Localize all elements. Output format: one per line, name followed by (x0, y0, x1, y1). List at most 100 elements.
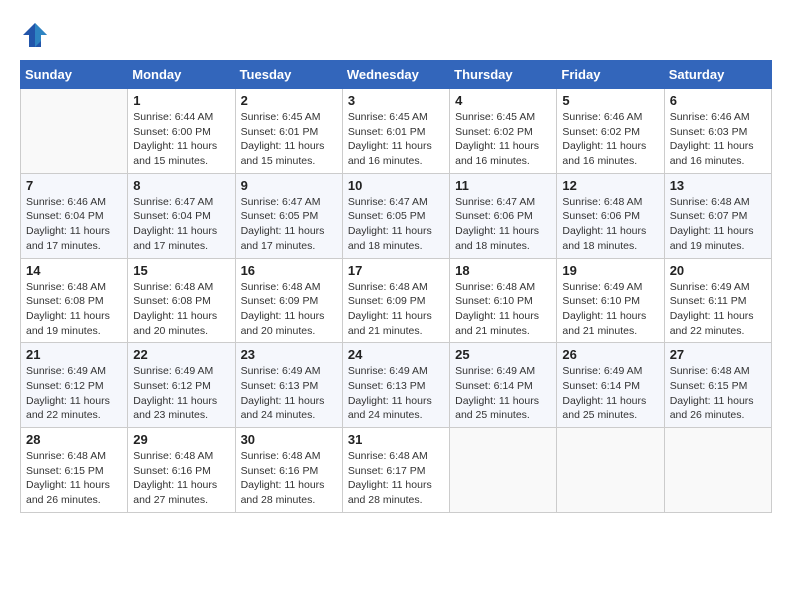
calendar-day-cell: 18 Sunrise: 6:48 AMSunset: 6:10 PMDayligh… (450, 258, 557, 343)
day-number: 24 (348, 347, 444, 362)
day-number: 14 (26, 263, 122, 278)
day-info: Sunrise: 6:48 AMSunset: 6:15 PMDaylight:… (670, 364, 766, 423)
calendar-day-cell: 22 Sunrise: 6:49 AMSunset: 6:12 PMDayligh… (128, 343, 235, 428)
calendar-table: SundayMondayTuesdayWednesdayThursdayFrid… (20, 60, 772, 513)
day-number: 7 (26, 178, 122, 193)
weekday-header-tuesday: Tuesday (235, 61, 342, 89)
day-number: 28 (26, 432, 122, 447)
day-info: Sunrise: 6:45 AMSunset: 6:01 PMDaylight:… (348, 110, 444, 169)
day-number: 9 (241, 178, 337, 193)
day-number: 4 (455, 93, 551, 108)
calendar-day-cell: 31 Sunrise: 6:48 AMSunset: 6:17 PMDayligh… (342, 428, 449, 513)
day-number: 10 (348, 178, 444, 193)
calendar-week-row: 14 Sunrise: 6:48 AMSunset: 6:08 PMDayligh… (21, 258, 772, 343)
day-info: Sunrise: 6:48 AMSunset: 6:09 PMDaylight:… (348, 280, 444, 339)
day-info: Sunrise: 6:48 AMSunset: 6:10 PMDaylight:… (455, 280, 551, 339)
day-info: Sunrise: 6:49 AMSunset: 6:12 PMDaylight:… (26, 364, 122, 423)
day-number: 29 (133, 432, 229, 447)
day-number: 12 (562, 178, 658, 193)
calendar-day-cell: 28 Sunrise: 6:48 AMSunset: 6:15 PMDayligh… (21, 428, 128, 513)
day-info: Sunrise: 6:47 AMSunset: 6:04 PMDaylight:… (133, 195, 229, 254)
calendar-day-cell: 13Sunrise: 6:48 AMSunset: 6:07 PMDayligh… (664, 173, 771, 258)
page-header (20, 20, 772, 50)
day-info: Sunrise: 6:47 AMSunset: 6:06 PMDaylight:… (455, 195, 551, 254)
day-info: Sunrise: 6:49 AMSunset: 6:13 PMDaylight:… (348, 364, 444, 423)
weekday-header-monday: Monday (128, 61, 235, 89)
day-number: 26 (562, 347, 658, 362)
day-number: 16 (241, 263, 337, 278)
day-number: 31 (348, 432, 444, 447)
weekday-header-thursday: Thursday (450, 61, 557, 89)
day-number: 30 (241, 432, 337, 447)
calendar-day-cell: 17Sunrise: 6:48 AMSunset: 6:09 PMDayligh… (342, 258, 449, 343)
calendar-day-cell: 16 Sunrise: 6:48 AMSunset: 6:09 PMDayligh… (235, 258, 342, 343)
day-number: 27 (670, 347, 766, 362)
day-number: 21 (26, 347, 122, 362)
day-info: Sunrise: 6:48 AMSunset: 6:16 PMDaylight:… (133, 449, 229, 508)
day-number: 5 (562, 93, 658, 108)
day-number: 22 (133, 347, 229, 362)
day-number: 3 (348, 93, 444, 108)
day-number: 2 (241, 93, 337, 108)
weekday-header-wednesday: Wednesday (342, 61, 449, 89)
day-info: Sunrise: 6:44 AMSunset: 6:00 PMDaylight:… (133, 110, 229, 169)
calendar-day-cell: 8Sunrise: 6:47 AMSunset: 6:04 PMDaylight… (128, 173, 235, 258)
calendar-day-cell: 19 Sunrise: 6:49 AMSunset: 6:10 PMDayligh… (557, 258, 664, 343)
logo (20, 20, 54, 50)
calendar-day-cell: 10 Sunrise: 6:47 AMSunset: 6:05 PMDayligh… (342, 173, 449, 258)
day-info: Sunrise: 6:49 AMSunset: 6:13 PMDaylight:… (241, 364, 337, 423)
day-info: Sunrise: 6:45 AMSunset: 6:01 PMDaylight:… (241, 110, 337, 169)
calendar-day-cell (664, 428, 771, 513)
calendar-day-cell: 15 Sunrise: 6:48 AMSunset: 6:08 PMDayligh… (128, 258, 235, 343)
weekday-header-saturday: Saturday (664, 61, 771, 89)
weekday-header-friday: Friday (557, 61, 664, 89)
calendar-week-row: 7 Sunrise: 6:46 AMSunset: 6:04 PMDaylight… (21, 173, 772, 258)
day-info: Sunrise: 6:45 AMSunset: 6:02 PMDaylight:… (455, 110, 551, 169)
calendar-day-cell: 4 Sunrise: 6:45 AMSunset: 6:02 PMDaylight… (450, 89, 557, 174)
day-number: 20 (670, 263, 766, 278)
day-info: Sunrise: 6:48 AMSunset: 6:08 PMDaylight:… (26, 280, 122, 339)
day-number: 6 (670, 93, 766, 108)
day-info: Sunrise: 6:49 AMSunset: 6:12 PMDaylight:… (133, 364, 229, 423)
calendar-day-cell (557, 428, 664, 513)
day-info: Sunrise: 6:46 AMSunset: 6:04 PMDaylight:… (26, 195, 122, 254)
day-info: Sunrise: 6:49 AMSunset: 6:14 PMDaylight:… (562, 364, 658, 423)
calendar-day-cell: 30 Sunrise: 6:48 AMSunset: 6:16 PMDayligh… (235, 428, 342, 513)
day-info: Sunrise: 6:48 AMSunset: 6:16 PMDaylight:… (241, 449, 337, 508)
calendar-day-cell: 21 Sunrise: 6:49 AMSunset: 6:12 PMDayligh… (21, 343, 128, 428)
day-number: 13 (670, 178, 766, 193)
day-info: Sunrise: 6:46 AMSunset: 6:03 PMDaylight:… (670, 110, 766, 169)
calendar-day-cell: 12 Sunrise: 6:48 AMSunset: 6:06 PMDayligh… (557, 173, 664, 258)
calendar-day-cell: 1 Sunrise: 6:44 AMSunset: 6:00 PMDaylight… (128, 89, 235, 174)
day-info: Sunrise: 6:49 AMSunset: 6:10 PMDaylight:… (562, 280, 658, 339)
day-number: 1 (133, 93, 229, 108)
calendar-day-cell (450, 428, 557, 513)
weekday-header-sunday: Sunday (21, 61, 128, 89)
day-info: Sunrise: 6:49 AMSunset: 6:14 PMDaylight:… (455, 364, 551, 423)
calendar-day-cell: 5Sunrise: 6:46 AMSunset: 6:02 PMDaylight… (557, 89, 664, 174)
calendar-day-cell: 7 Sunrise: 6:46 AMSunset: 6:04 PMDaylight… (21, 173, 128, 258)
calendar-day-cell: 26 Sunrise: 6:49 AMSunset: 6:14 PMDayligh… (557, 343, 664, 428)
day-number: 19 (562, 263, 658, 278)
calendar-day-cell: 25Sunrise: 6:49 AMSunset: 6:14 PMDayligh… (450, 343, 557, 428)
day-number: 15 (133, 263, 229, 278)
calendar-week-row: 21 Sunrise: 6:49 AMSunset: 6:12 PMDayligh… (21, 343, 772, 428)
calendar-day-cell (21, 89, 128, 174)
calendar-day-cell: 24 Sunrise: 6:49 AMSunset: 6:13 PMDayligh… (342, 343, 449, 428)
day-number: 11 (455, 178, 551, 193)
day-info: Sunrise: 6:48 AMSunset: 6:08 PMDaylight:… (133, 280, 229, 339)
calendar-day-cell: 23Sunrise: 6:49 AMSunset: 6:13 PMDayligh… (235, 343, 342, 428)
calendar-day-cell: 27 Sunrise: 6:48 AMSunset: 6:15 PMDayligh… (664, 343, 771, 428)
calendar-day-cell: 29 Sunrise: 6:48 AMSunset: 6:16 PMDayligh… (128, 428, 235, 513)
calendar-day-cell: 20Sunrise: 6:49 AMSunset: 6:11 PMDayligh… (664, 258, 771, 343)
day-info: Sunrise: 6:48 AMSunset: 6:17 PMDaylight:… (348, 449, 444, 508)
day-info: Sunrise: 6:48 AMSunset: 6:06 PMDaylight:… (562, 195, 658, 254)
day-number: 18 (455, 263, 551, 278)
day-info: Sunrise: 6:48 AMSunset: 6:15 PMDaylight:… (26, 449, 122, 508)
calendar-week-row: 28 Sunrise: 6:48 AMSunset: 6:15 PMDayligh… (21, 428, 772, 513)
calendar-day-cell: 11 Sunrise: 6:47 AMSunset: 6:06 PMDayligh… (450, 173, 557, 258)
calendar-day-cell: 2 Sunrise: 6:45 AMSunset: 6:01 PMDaylight… (235, 89, 342, 174)
day-info: Sunrise: 6:48 AMSunset: 6:09 PMDaylight:… (241, 280, 337, 339)
day-info: Sunrise: 6:47 AMSunset: 6:05 PMDaylight:… (348, 195, 444, 254)
calendar-week-row: 1 Sunrise: 6:44 AMSunset: 6:00 PMDaylight… (21, 89, 772, 174)
